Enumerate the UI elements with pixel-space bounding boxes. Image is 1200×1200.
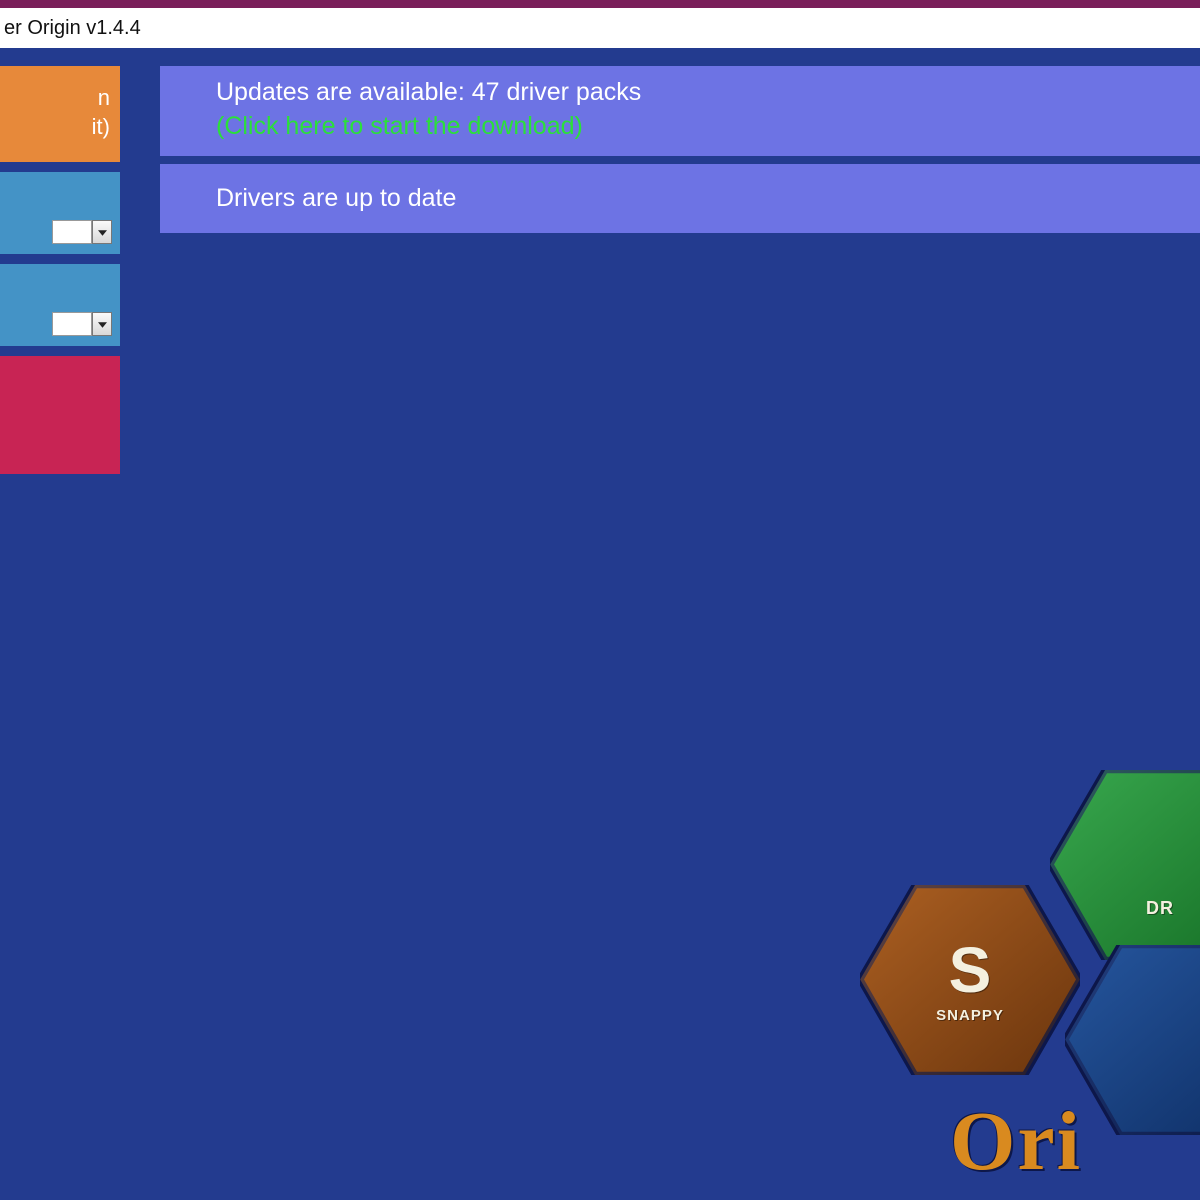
logo-hex-installer <box>1065 945 1200 1135</box>
logo-snappy-small: SNAPPY <box>860 1007 1080 1024</box>
drivers-status-text: Drivers are up to date <box>216 184 456 212</box>
chevron-down-icon <box>98 315 107 333</box>
updates-available-bar[interactable]: Updates are available: 47 driver packs (… <box>160 66 1200 156</box>
sidebar-tile-system[interactable]: n it) <box>0 66 120 162</box>
sidebar: n it) <box>0 66 120 484</box>
logo-hex-snappy: S SNAPPY <box>860 885 1080 1075</box>
sidebar-tile-line2: it) <box>0 113 110 142</box>
sidebar-tile-action[interactable] <box>0 356 120 474</box>
chevron-down-icon <box>98 223 107 241</box>
status-panel: Updates are available: 47 driver packs (… <box>160 66 1200 233</box>
dropdown-2-button[interactable] <box>92 312 112 336</box>
sidebar-tile-select-1[interactable] <box>0 172 120 254</box>
dropdown-1[interactable] <box>52 220 112 244</box>
app-logo: DR S SNAPPY <box>820 770 1200 1190</box>
dropdown-1-value[interactable] <box>52 220 92 244</box>
dropdown-1-button[interactable] <box>92 220 112 244</box>
dropdown-2[interactable] <box>52 312 112 336</box>
client-area: n it) <box>0 48 1200 1200</box>
window-titlebar[interactable]: er Origin v1.4.4 <box>0 8 1200 48</box>
sidebar-tile-line1: n <box>0 84 110 113</box>
sidebar-tile-select-2[interactable] <box>0 264 120 346</box>
start-download-link[interactable]: (Click here to start the download) <box>216 110 1176 144</box>
logo-snappy-big: S <box>860 933 1080 1007</box>
dropdown-2-value[interactable] <box>52 312 92 336</box>
window-title: er Origin v1.4.4 <box>4 17 141 40</box>
logo-origin-text: Ori <box>950 1093 1082 1190</box>
window-top-border <box>0 0 1200 8</box>
drivers-status-bar: Drivers are up to date <box>160 164 1200 234</box>
updates-available-text: Updates are available: 47 driver packs <box>216 76 1176 110</box>
